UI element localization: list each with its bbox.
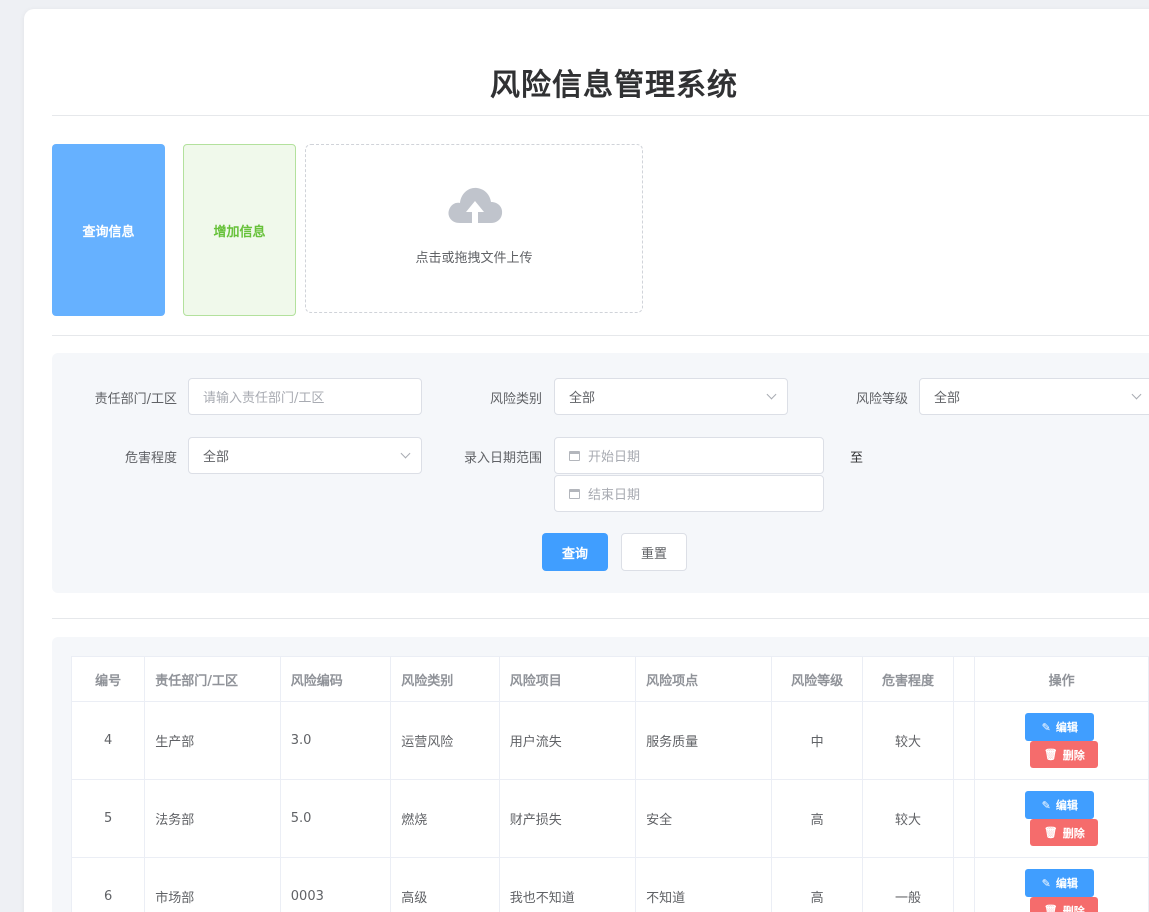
harm-value: 全部: [203, 450, 230, 465]
harm-select[interactable]: 全部: [188, 437, 422, 474]
cell-spacer: [953, 779, 976, 858]
cell-level: 中: [771, 701, 863, 780]
category-label: 风险类别: [489, 392, 542, 407]
cell-point: 服务质量: [635, 701, 773, 780]
level-value: 全部: [934, 391, 961, 406]
table-header-row: 编号 责任部门/工区 风险编码 风险类别 风险项目 风险项点 风险等级 危害程度…: [70, 656, 1149, 702]
edit-button[interactable]: ✎ 编辑: [1025, 713, 1095, 741]
cell-category: 高级: [390, 857, 500, 912]
divider: [52, 335, 1149, 336]
cloud-upload-icon: [448, 187, 503, 223]
edit-label: 编辑: [1055, 877, 1078, 890]
date-range-label: 录入日期范围: [463, 451, 542, 466]
table-row: 5 法务部 5.0 燃烧 财产损失 安全 高 较大 ✎ 编辑 🗑 删除: [70, 779, 1149, 858]
cell-dept: 生产部: [144, 701, 281, 780]
cell-spacer: [953, 701, 976, 780]
cell-point: 安全: [635, 779, 773, 858]
delete-label: 删除: [1062, 904, 1085, 912]
column-header: 责任部门/工区: [144, 656, 281, 702]
divider: [52, 115, 1149, 116]
cell-id: 6: [70, 857, 146, 912]
trash-icon: 🗑: [1043, 826, 1058, 839]
column-header: 风险编码: [279, 656, 392, 702]
cell-id: 4: [70, 701, 146, 780]
reset-button[interactable]: 重置: [621, 533, 687, 571]
pencil-icon: ✎: [1041, 876, 1051, 890]
cell-harm: 较大: [861, 701, 955, 780]
cell-category: 运营风险: [390, 701, 500, 780]
delete-label: 删除: [1062, 826, 1085, 840]
chevron-down-icon: [400, 448, 411, 459]
edit-button[interactable]: ✎ 编辑: [1025, 791, 1095, 819]
calendar-icon: [569, 488, 580, 499]
trash-icon: 🗑: [1043, 904, 1058, 912]
upload-hint: 点击或拖拽文件上传: [415, 251, 533, 266]
page-title: 风险信息管理系统: [490, 68, 738, 103]
cell-project: 财产损失: [498, 779, 637, 858]
query-info-button[interactable]: 查询信息: [52, 144, 165, 316]
cell-spacer: [953, 857, 976, 912]
edit-label: 编辑: [1055, 799, 1078, 812]
cell-actions: ✎ 编辑 🗑 删除: [974, 779, 1149, 858]
start-date-placeholder: 开始日期: [588, 450, 641, 465]
date-range-separator: 至: [850, 451, 864, 466]
cell-actions: ✎ 编辑 🗑 删除: [974, 701, 1149, 780]
risk-table: 编号 责任部门/工区 风险编码 风险类别 风险项目 风险项点 风险等级 危害程度…: [70, 656, 1149, 912]
end-date-input[interactable]: 结束日期: [554, 475, 824, 512]
table-row: 4 生产部 3.0 运营风险 用户流失 服务质量 中 较大 ✎ 编辑 🗑 删除: [70, 701, 1149, 780]
cell-code: 3.0: [279, 701, 392, 780]
trash-icon: 🗑: [1043, 748, 1058, 761]
dept-label: 责任部门/工区: [94, 392, 177, 407]
pencil-icon: ✎: [1041, 720, 1051, 734]
column-header: 风险项目: [498, 656, 637, 702]
cell-category: 燃烧: [390, 779, 500, 858]
cell-dept: 法务部: [144, 779, 281, 858]
calendar-icon: [569, 450, 580, 461]
cell-harm: 较大: [861, 779, 955, 858]
cell-code: 0003: [279, 857, 392, 912]
column-header: 风险类别: [390, 656, 500, 702]
cell-actions: ✎ 编辑 🗑 删除: [974, 857, 1149, 912]
cell-id: 5: [70, 779, 146, 858]
level-select[interactable]: 全部: [919, 378, 1149, 415]
delete-button[interactable]: 🗑 删除: [1030, 819, 1099, 846]
edit-button[interactable]: ✎ 编辑: [1025, 869, 1095, 897]
harm-label: 危害程度: [124, 451, 177, 466]
search-button[interactable]: 查询: [542, 533, 608, 571]
pencil-icon: ✎: [1041, 798, 1051, 812]
dept-input[interactable]: 请输入责任部门/工区: [188, 378, 422, 415]
cell-level: 高: [771, 857, 863, 912]
category-value: 全部: [569, 391, 596, 406]
delete-label: 删除: [1062, 748, 1085, 762]
cell-point: 不知道: [635, 857, 773, 912]
column-header: 风险等级: [771, 656, 863, 702]
edit-label: 编辑: [1055, 721, 1078, 734]
column-header: 危害程度: [861, 656, 955, 702]
cell-harm: 一般: [861, 857, 955, 912]
cell-level: 高: [771, 779, 863, 858]
column-header: 操作: [974, 656, 1149, 702]
column-spacer: [953, 656, 976, 702]
start-date-input[interactable]: 开始日期: [554, 437, 824, 474]
chevron-down-icon: [766, 389, 777, 400]
cell-dept: 市场部: [144, 857, 281, 912]
level-label: 风险等级: [855, 392, 908, 407]
delete-button[interactable]: 🗑 删除: [1030, 897, 1099, 912]
end-date-placeholder: 结束日期: [588, 488, 641, 503]
cell-project: 我也不知道: [498, 857, 637, 912]
chevron-down-icon: [1131, 389, 1142, 400]
divider: [52, 618, 1149, 619]
column-header: 风险项点: [635, 656, 773, 702]
add-info-button[interactable]: 增加信息: [183, 144, 296, 316]
cell-code: 5.0: [279, 779, 392, 858]
cell-project: 用户流失: [498, 701, 637, 780]
category-select[interactable]: 全部: [554, 378, 788, 415]
upload-dropzone[interactable]: 点击或拖拽文件上传: [305, 144, 643, 313]
table-row: 6 市场部 0003 高级 我也不知道 不知道 高 一般 ✎ 编辑 🗑 删除: [70, 857, 1149, 912]
column-header: 编号: [70, 656, 146, 702]
delete-button[interactable]: 🗑 删除: [1030, 741, 1099, 768]
